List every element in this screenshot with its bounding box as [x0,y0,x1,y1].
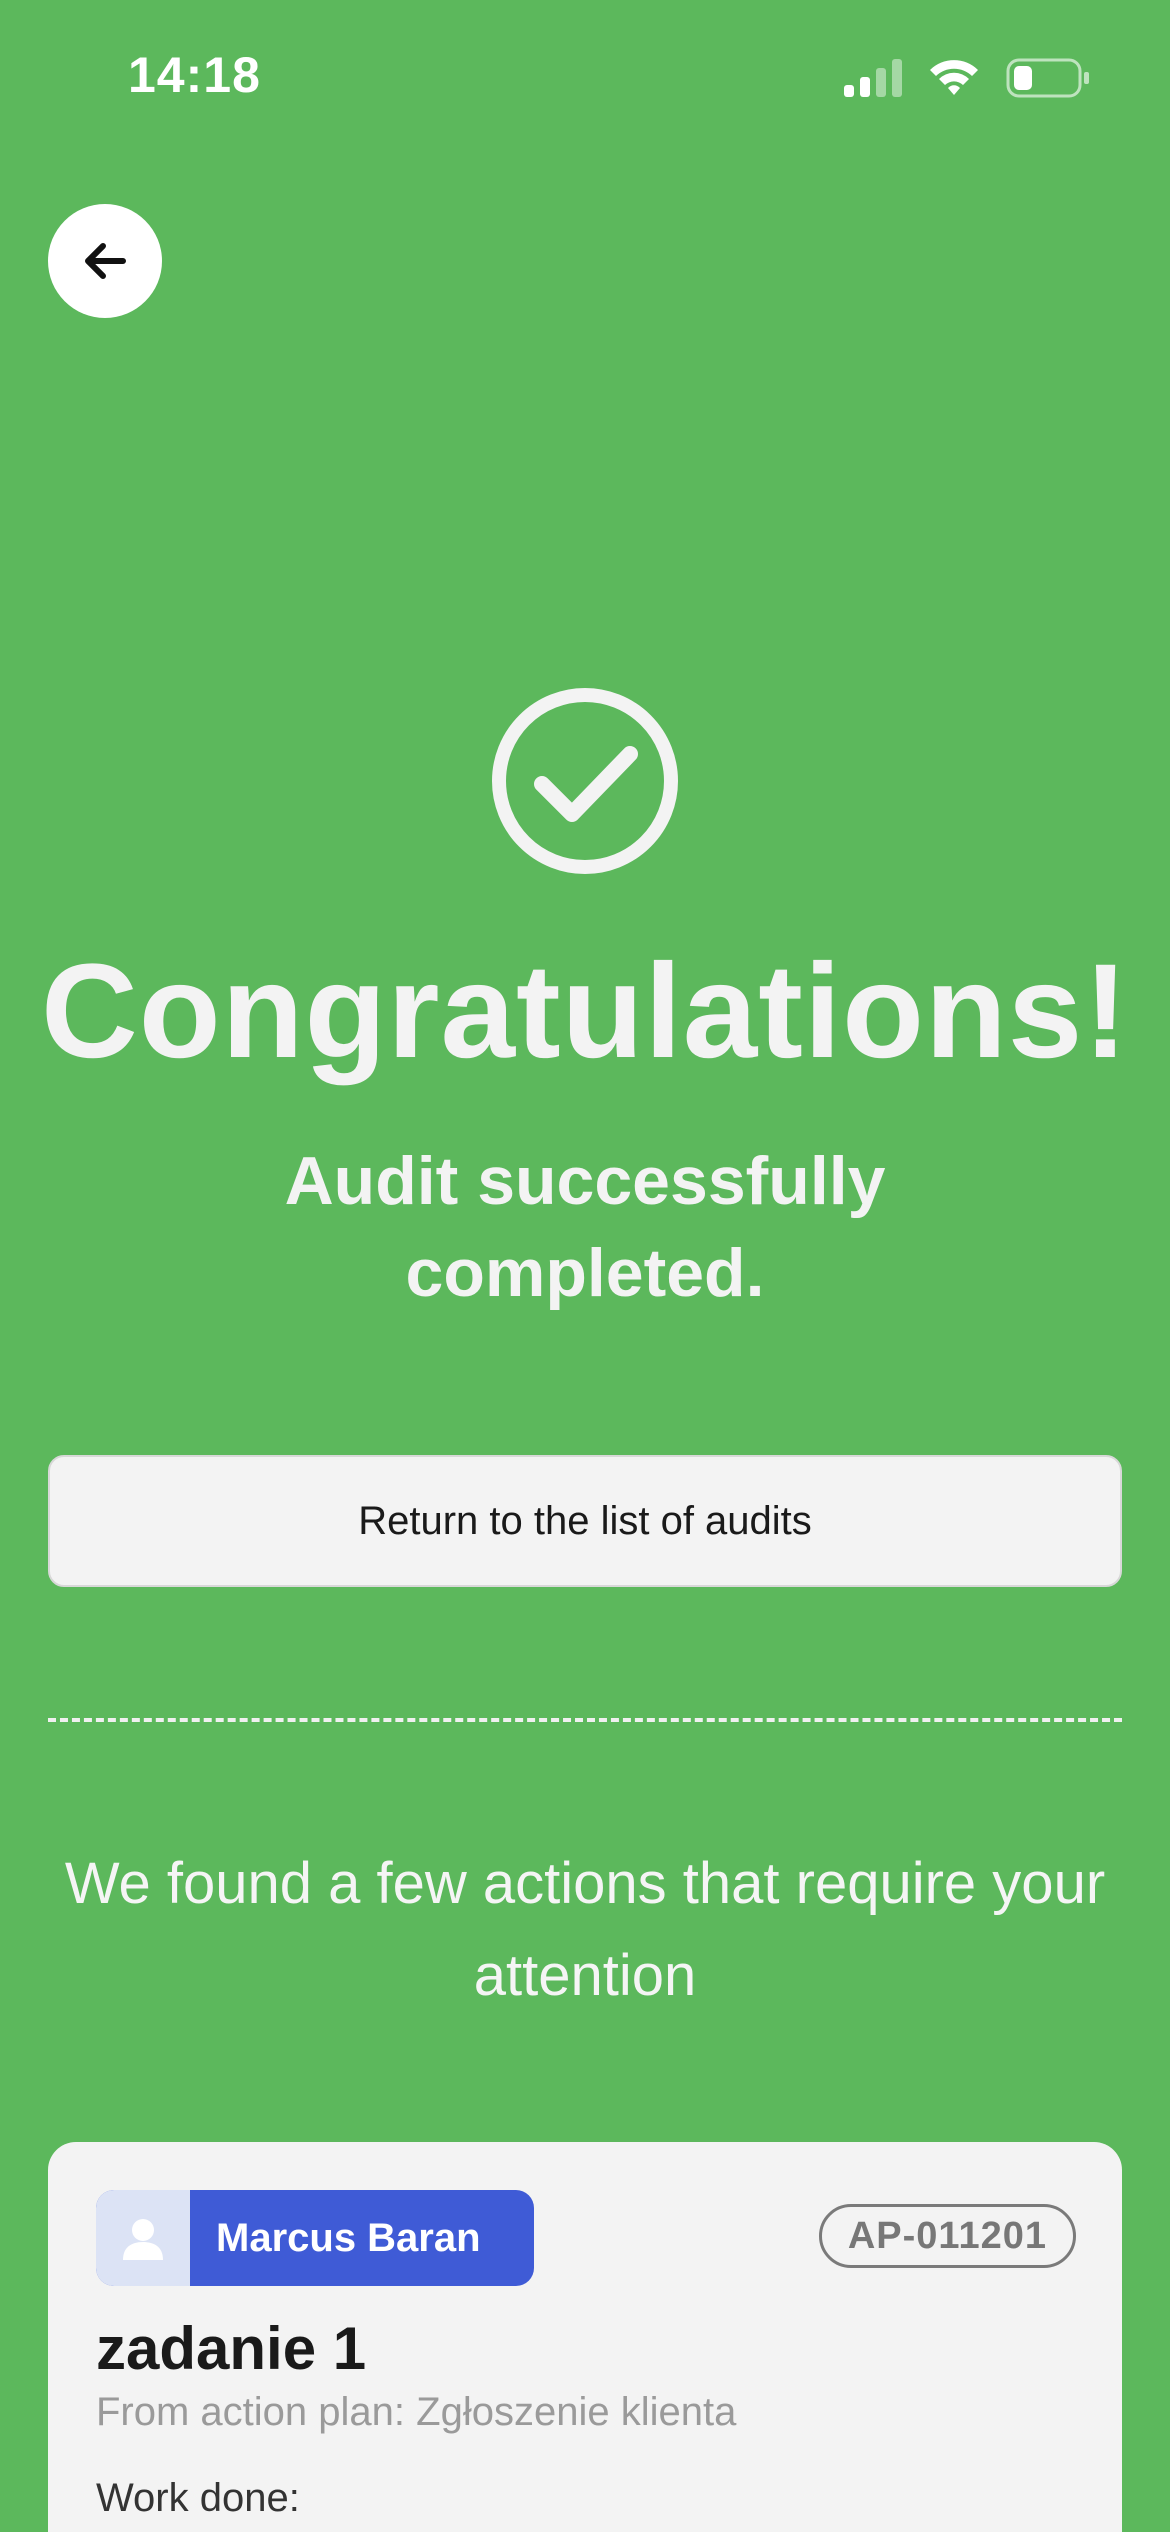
audit-completed-subtitle: Audit successfully completed. [284,1143,886,1311]
task-source-plan: From action plan: Zgłoszenie klienta [96,2390,737,2434]
congratulations-title: Congratulations! [41,937,1129,1086]
dashed-divider [48,1718,1122,1722]
return-to-audits-button[interactable]: Return to the list of audits [48,1455,1122,1587]
cellular-signal-icon [844,59,902,97]
avatar [96,2190,190,2286]
check-circle-icon [492,688,678,874]
back-button[interactable] [48,204,162,318]
assignee-name: Marcus Baran [216,2215,481,2260]
arrow-left-icon [85,243,126,279]
wifi-icon [930,60,978,95]
status-time: 14:18 [128,47,261,103]
user-avatar-icon [123,2219,163,2260]
battery-icon [1006,58,1089,98]
attention-message: We found a few actions that require your… [64,1851,1106,2008]
action-code-badge: AP-011201 [818,2204,1076,2268]
work-done-label: Work done: [96,2476,300,2520]
action-card[interactable]: Marcus Baran AP-011201 zadanie 1 From ac… [48,2142,1122,2532]
audit-complete-screen: 14:18 Congratulations! Audit successfull… [0,0,1170,2532]
status-icons [844,56,1090,100]
assignee-badge: Marcus Baran [96,2190,534,2286]
task-title: zadanie 1 [96,2315,367,2382]
